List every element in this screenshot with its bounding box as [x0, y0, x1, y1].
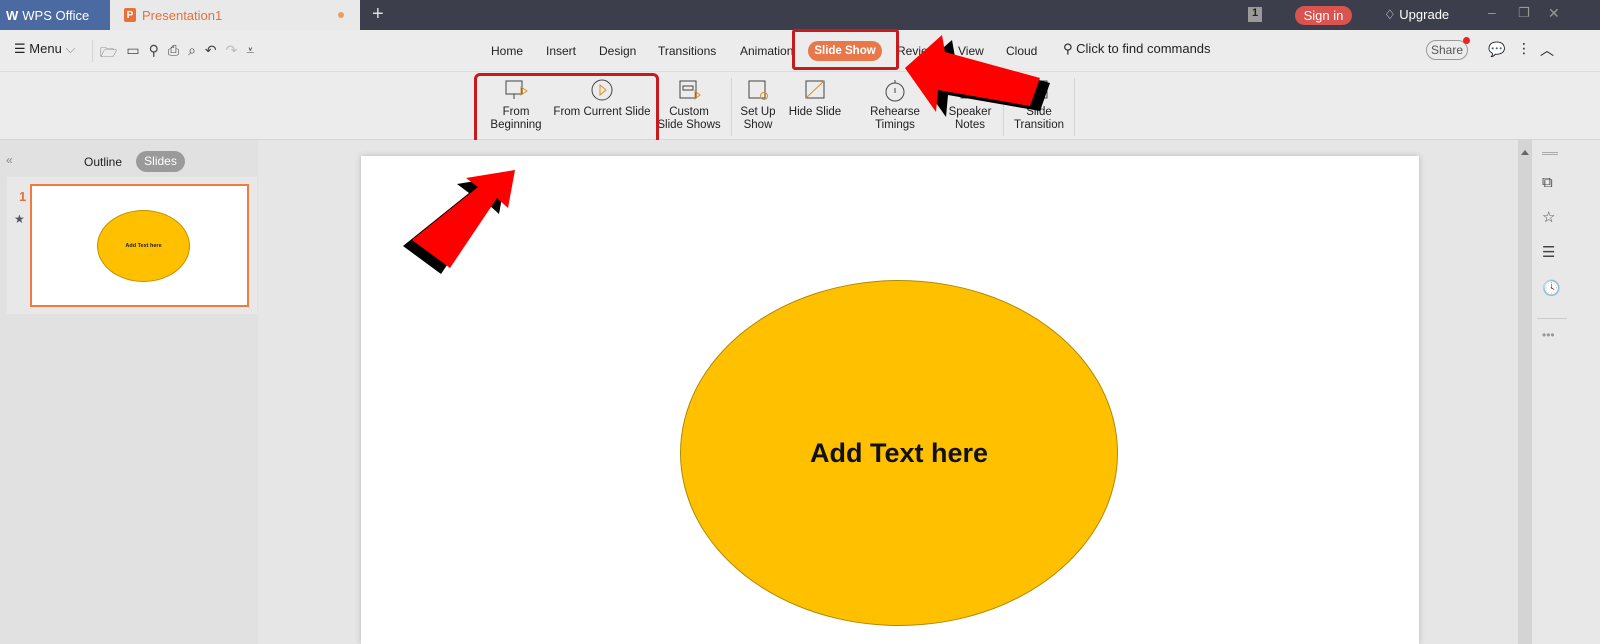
- find-commands-search[interactable]: ⚲ Click to find commands: [1063, 41, 1211, 57]
- sign-in-button[interactable]: Sign in: [1295, 6, 1352, 25]
- tab-review[interactable]: Review: [897, 44, 936, 58]
- animation-star-icon[interactable]: ☆: [1542, 208, 1555, 226]
- custom-show-icon: [679, 80, 701, 101]
- share-button[interactable]: Share: [1426, 40, 1468, 60]
- custom-slide-shows-button[interactable]: Custom Slide Shows: [657, 78, 721, 132]
- setup-gear-icon: [748, 80, 768, 100]
- drag-handle-icon[interactable]: [1542, 152, 1558, 155]
- undo-icon[interactable]: ↶: [205, 42, 217, 66]
- wps-logo-icon: W: [6, 7, 19, 23]
- chevron-down-icon: ⌵: [65, 41, 76, 56]
- close-icon[interactable]: ✕: [1548, 5, 1560, 22]
- menu-button[interactable]: ☰ Menu ⌵: [14, 41, 75, 57]
- tab-home[interactable]: Home: [491, 44, 523, 58]
- tab-design[interactable]: Design: [599, 44, 636, 58]
- page-badge[interactable]: 1: [1248, 7, 1262, 22]
- hide-slide-button[interactable]: Hide Slide: [787, 78, 843, 119]
- print-icon[interactable]: ⎙: [168, 42, 179, 66]
- slide-number: 1: [19, 189, 27, 204]
- more-vertical-icon[interactable]: ⋮: [1517, 40, 1531, 57]
- properties-sliders-icon[interactable]: ☰: [1542, 243, 1555, 261]
- slides-tab[interactable]: Slides: [136, 151, 185, 172]
- notification-dot: [1463, 37, 1470, 44]
- minimize-icon[interactable]: –: [1488, 4, 1496, 20]
- set-up-show-button[interactable]: Set Up Show: [738, 78, 778, 132]
- tab-transitions[interactable]: Transitions: [658, 44, 716, 58]
- tab-view[interactable]: View: [958, 44, 984, 58]
- more-icon[interactable]: •••: [1542, 328, 1555, 342]
- vertical-scrollbar[interactable]: [1518, 140, 1532, 644]
- tab-insert[interactable]: Insert: [546, 44, 576, 58]
- thumbnail-ellipse: Add Text here: [97, 210, 190, 282]
- slide-switch-icon[interactable]: ⧉: [1542, 174, 1553, 191]
- hide-slide-icon: [805, 80, 825, 99]
- collapse-panel-icon[interactable]: «: [6, 153, 13, 167]
- new-tab-plus-icon[interactable]: +: [372, 3, 384, 26]
- search-icon: ⚲: [1063, 41, 1073, 56]
- comment-icon[interactable]: 💬: [1488, 41, 1505, 58]
- collapse-ribbon-icon[interactable]: ︿: [1540, 40, 1554, 60]
- slide[interactable]: Add Text here: [361, 156, 1419, 644]
- transition-icon: [1032, 80, 1048, 99]
- animation-star-icon: ★: [14, 212, 25, 226]
- diamond-icon: ♢: [1384, 7, 1396, 22]
- slide-thumbnail[interactable]: Add Text here: [30, 184, 249, 307]
- format-painter-icon[interactable]: ⚲: [149, 42, 159, 66]
- wps-office-tab[interactable]: W WPS Office: [0, 0, 110, 30]
- highlight-box-play-buttons: [474, 73, 659, 145]
- speaker-notes-button[interactable]: Speaker Notes: [946, 78, 994, 132]
- tab-animation[interactable]: Animation: [740, 44, 793, 58]
- print-preview-icon[interactable]: ⌕: [188, 42, 196, 66]
- restore-icon[interactable]: ❐: [1518, 5, 1530, 21]
- stopwatch-icon: [885, 80, 905, 102]
- presentation-icon: P: [124, 8, 136, 22]
- tab-cloud[interactable]: Cloud: [1006, 44, 1037, 58]
- rehearse-timings-button[interactable]: Rehearse Timings: [850, 78, 940, 132]
- open-icon[interactable]: 🗁: [100, 42, 117, 66]
- outline-tab[interactable]: Outline: [84, 155, 122, 169]
- document-tab[interactable]: P Presentation1: [110, 0, 360, 30]
- unsaved-dot-icon: [338, 12, 344, 18]
- history-icon[interactable]: 🕓: [1542, 279, 1561, 297]
- customize-icon[interactable]: ⩡: [246, 42, 254, 66]
- speaker-notes-icon: [960, 80, 978, 99]
- scroll-up-icon[interactable]: [1521, 150, 1529, 155]
- save-icon[interactable]: ▭: [126, 42, 139, 66]
- hamburger-icon: ☰: [14, 41, 26, 56]
- highlight-box-slide-show-tab: [792, 29, 899, 70]
- slide-transition-button[interactable]: Slide Transition: [1010, 78, 1068, 132]
- redo-icon[interactable]: ↷: [226, 42, 238, 66]
- ellipse-shape[interactable]: Add Text here: [680, 280, 1118, 626]
- upgrade-button[interactable]: ♢ Upgrade: [1384, 7, 1449, 23]
